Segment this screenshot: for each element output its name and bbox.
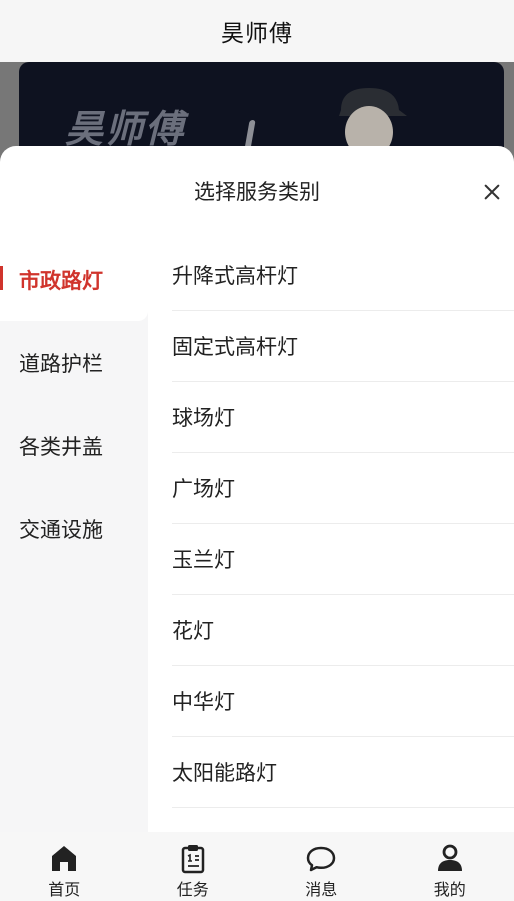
category-sheet: 选择服务类别 市政路灯 道路护栏 各类井盖 交通设施 升降式高杆灯 固定式高杆灯… (0, 146, 514, 832)
category-item-guardrail[interactable]: 道路护栏 (0, 321, 148, 404)
tab-label: 我的 (433, 880, 466, 899)
subcategory-list: 升降式高杆灯 固定式高杆灯 球场灯 广场灯 玉兰灯 花灯 中华灯 太阳能路灯 (172, 240, 514, 832)
list-item[interactable]: 花灯 (172, 595, 514, 666)
category-label: 市政路灯 (19, 268, 103, 293)
category-sidebar: 市政路灯 道路护栏 各类井盖 交通设施 (0, 238, 148, 832)
list-item[interactable]: 中华灯 (172, 666, 514, 737)
tab-tasks[interactable]: 任务 (129, 832, 258, 901)
app-header: 昊师傅 (0, 0, 514, 62)
user-icon (437, 844, 462, 871)
tab-profile[interactable]: 我的 (386, 832, 514, 901)
list-item[interactable]: 升降式高杆灯 (172, 240, 514, 311)
tab-label: 任务 (176, 880, 209, 899)
banner-logo-text: 昊师傅 (65, 107, 186, 151)
category-item-traffic[interactable]: 交通设施 (0, 487, 148, 570)
tab-label: 消息 (305, 880, 338, 899)
home-icon (52, 846, 77, 871)
sheet-title: 选择服务类别 (194, 180, 320, 204)
list-item[interactable]: 固定式高杆灯 (172, 311, 514, 382)
category-item-manhole[interactable]: 各类井盖 (0, 404, 148, 487)
chat-bubble-icon (307, 846, 336, 872)
list-item[interactable]: 玉兰灯 (172, 524, 514, 595)
bottom-tab-bar: 首页 任务 消息 我的 (0, 832, 514, 901)
category-item-streetlight[interactable]: 市政路灯 (0, 238, 148, 321)
tab-home[interactable]: 首页 (0, 832, 129, 901)
close-icon[interactable] (480, 180, 504, 204)
clipboard-icon (181, 845, 204, 874)
category-label: 交通设施 (19, 517, 103, 542)
tab-label: 首页 (48, 880, 81, 899)
page-title: 昊师傅 (221, 21, 293, 47)
category-label: 道路护栏 (19, 351, 103, 376)
category-label: 各类井盖 (19, 434, 103, 459)
tab-messages[interactable]: 消息 (257, 832, 386, 901)
list-item[interactable]: 太阳能路灯 (172, 737, 514, 808)
list-item[interactable]: 广场灯 (172, 453, 514, 524)
list-item[interactable]: 球场灯 (172, 382, 514, 453)
